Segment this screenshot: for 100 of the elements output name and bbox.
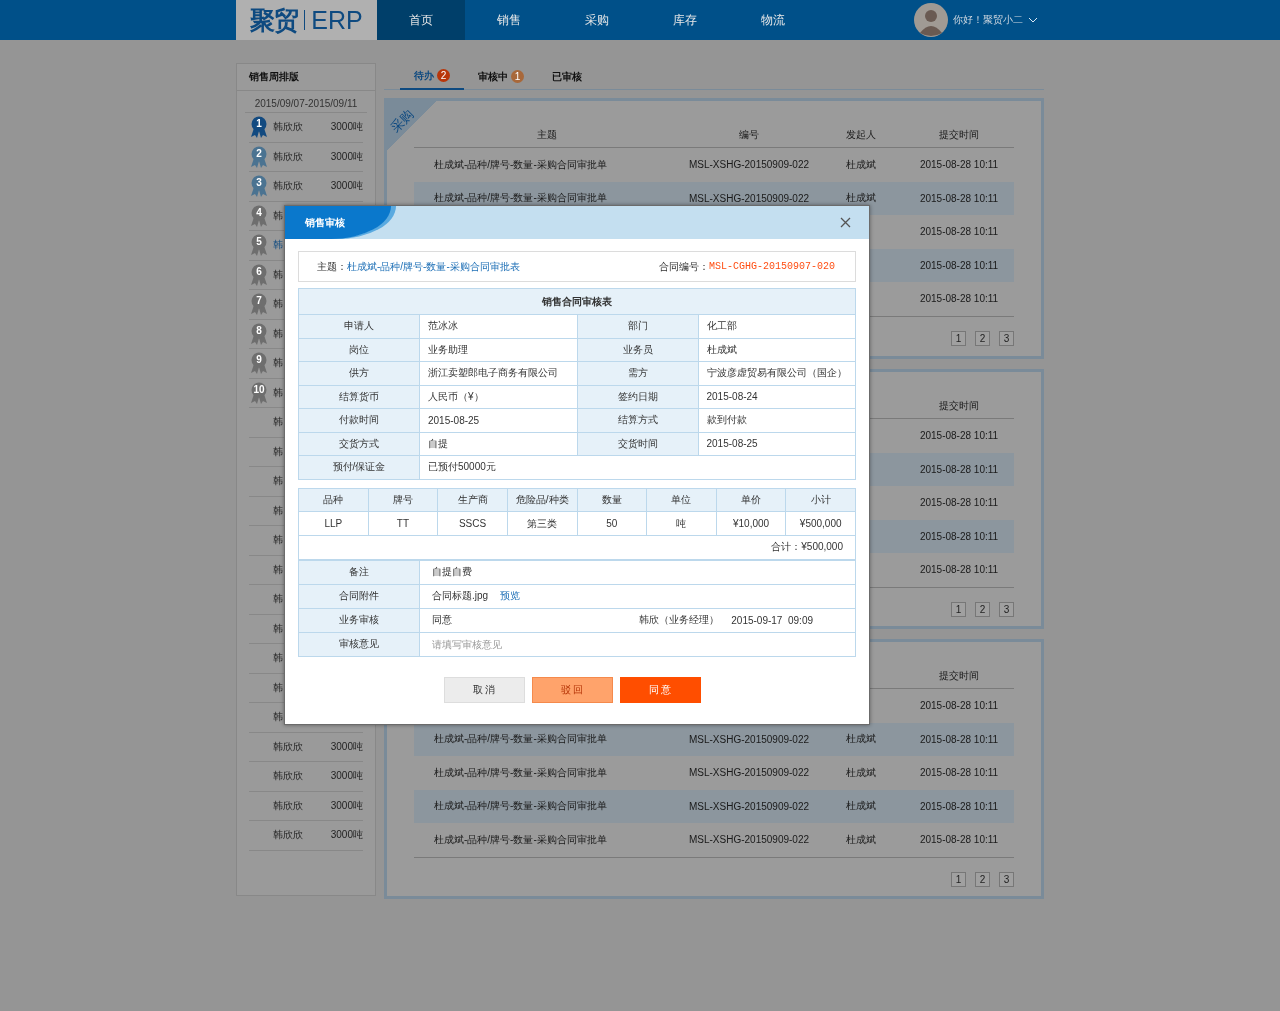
salesperson-name[interactable]: 韩 [273,415,283,430]
salesperson-name[interactable]: 韩 [273,444,283,459]
cancel-button[interactable]: 取 消 [443,676,525,703]
page-button[interactable]: 1 [951,601,966,617]
table-cell: MSL-XSHG-20150909-022 [688,834,810,846]
salesperson-name[interactable]: 韩 [273,238,283,253]
page-button[interactable]: 1 [951,330,966,346]
sales-amount: 3000吨 [330,828,363,843]
subject-link[interactable]: 杜成斌-品种/牌号-数量-采购合同审批单 [434,733,607,745]
table-cell: 2015-08-28 10:11 [919,564,999,576]
salesperson-name[interactable]: 韩 [273,651,283,666]
subject-link[interactable]: 杜成斌-品种/牌号-数量-采购合同审批单 [434,800,607,812]
logo[interactable]: 聚贸 ERP [236,0,377,40]
page-button[interactable]: 3 [999,871,1014,887]
rank-number: 9 [255,353,263,368]
column-header: 小计 [810,493,831,505]
subject-link[interactable]: 杜成斌-品种/牌号-数量-采购合同审批单 [434,766,607,778]
field-label: 业务员 [622,343,653,355]
salesperson-name[interactable]: 韩 [273,533,283,548]
page-button[interactable]: 3 [999,601,1014,617]
close-icon[interactable] [840,217,851,228]
salesperson-name[interactable]: 韩 [273,503,283,518]
table-cell: 2015-08-28 10:11 [919,800,999,812]
subject-link[interactable]: 杜成斌-品种/牌号-数量-采购合同审批表 [347,259,520,274]
field-label: 交货方式 [339,437,379,449]
field-label: 备注 [349,566,369,577]
salesperson-name[interactable]: 韩 [273,267,283,282]
rank-number: 10 [252,382,266,397]
rank-number: 6 [255,264,263,279]
field-value: 杜成斌 [706,343,737,355]
table-cell: 杜成斌 [846,158,876,170]
reject-button[interactable]: 驳 回 [531,676,613,703]
salesperson-name[interactable]: 韩 [273,592,283,607]
field-label: 供方 [349,367,369,379]
rank-number: 8 [255,323,263,338]
salesperson-name[interactable]: 韩 [273,562,283,577]
table-cell: 2015-08-28 10:11 [919,192,999,204]
table-cell: 2015-08-28 10:11 [919,700,999,712]
subject-link[interactable]: 杜成斌-品种/牌号-数量-采购合同审批单 [434,833,607,845]
salesperson-name[interactable]: 韩欣欣 [273,179,303,194]
table-cell: 2015-08-28 10:11 [919,159,999,171]
sales-amount: 3000吨 [330,769,363,784]
salesperson-name[interactable]: 韩欣欣 [273,120,303,135]
salesperson-name[interactable]: 韩 [273,710,283,725]
preview-link[interactable]: 预览 [500,590,521,601]
table-cell: LLP [324,518,343,529]
tab[interactable]: 已审核 [538,63,596,90]
avatar-icon[interactable] [914,3,948,37]
table-cell: 杜成斌 [846,833,876,845]
table-cell: MSL-XSHG-20150909-022 [688,733,810,745]
field-value: 自提 [428,437,448,449]
nav-item[interactable]: 物流 [729,0,817,40]
table-cell: ¥10,000 [733,518,770,529]
salesperson-name[interactable]: 韩欣欣 [273,149,303,164]
table-cell: 2015-08-28 10:11 [919,259,999,271]
user-greeting[interactable]: 你好！聚贸小二 [953,13,1023,27]
field-value: 人民币（¥） [428,390,484,402]
rank-number: 7 [255,294,263,309]
nav-item[interactable]: 库存 [641,0,729,40]
salesperson-name[interactable]: 韩欣欣 [273,769,303,784]
table-cell: 2015-08-28 10:11 [919,497,999,509]
column-header: 发起人 [846,129,876,140]
nav-item[interactable]: 采购 [553,0,641,40]
chevron-down-icon[interactable] [1028,17,1038,23]
salesperson-name[interactable]: 韩 [273,385,283,400]
field-label: 签约日期 [617,390,658,402]
salesperson-name[interactable]: 韩 [273,474,283,489]
table-cell: 2015-08-28 10:11 [919,463,999,475]
column-header: 品种 [323,493,344,505]
tab[interactable]: 审核中 1 [464,63,538,90]
table-cell: 2015-08-28 10:11 [919,733,999,745]
comment-field[interactable]: 请填写审核意见 [420,632,855,656]
tab[interactable]: 待办 2 [400,63,464,90]
rank-number: 5 [255,235,263,250]
salesperson-name[interactable]: 韩 [273,621,283,636]
salesperson-name[interactable]: 韩欣欣 [273,739,303,754]
subject-link[interactable]: 杜成斌-品种/牌号-数量-采购合同审批单 [434,192,607,204]
page-button[interactable]: 3 [999,330,1014,346]
nav-item[interactable]: 销售 [465,0,553,40]
salesperson-name[interactable]: 韩 [273,326,283,341]
page-button[interactable]: 2 [975,330,990,346]
table-cell: MSL-XSHG-20150909-022 [688,192,810,204]
field-value: 同意 [432,613,452,627]
field-label: 岗位 [349,343,369,355]
field-value: 宁波彦虚贸易有限公司（国企） [706,367,847,379]
table-cell: MSL-XSHG-20150909-022 [688,767,810,779]
salesperson-name[interactable]: 韩 [273,356,283,371]
salesperson-name[interactable]: 韩 [273,297,283,312]
approve-button[interactable]: 同 意 [619,676,701,703]
page-button[interactable]: 1 [951,871,966,887]
salesperson-name[interactable]: 韩 [273,208,283,223]
page-button[interactable]: 2 [975,601,990,617]
salesperson-name[interactable]: 韩 [273,680,283,695]
salesperson-name[interactable]: 韩欣欣 [273,798,303,813]
subject-link[interactable]: 杜成斌-品种/牌号-数量-采购合同审批单 [434,158,607,170]
page-button[interactable]: 2 [975,871,990,887]
nav-item[interactable]: 首页 [377,0,465,40]
salesperson-name[interactable]: 韩欣欣 [273,828,303,843]
table-cell: 吨 [676,517,687,529]
table-cell: 2015-08-28 10:11 [919,430,999,442]
